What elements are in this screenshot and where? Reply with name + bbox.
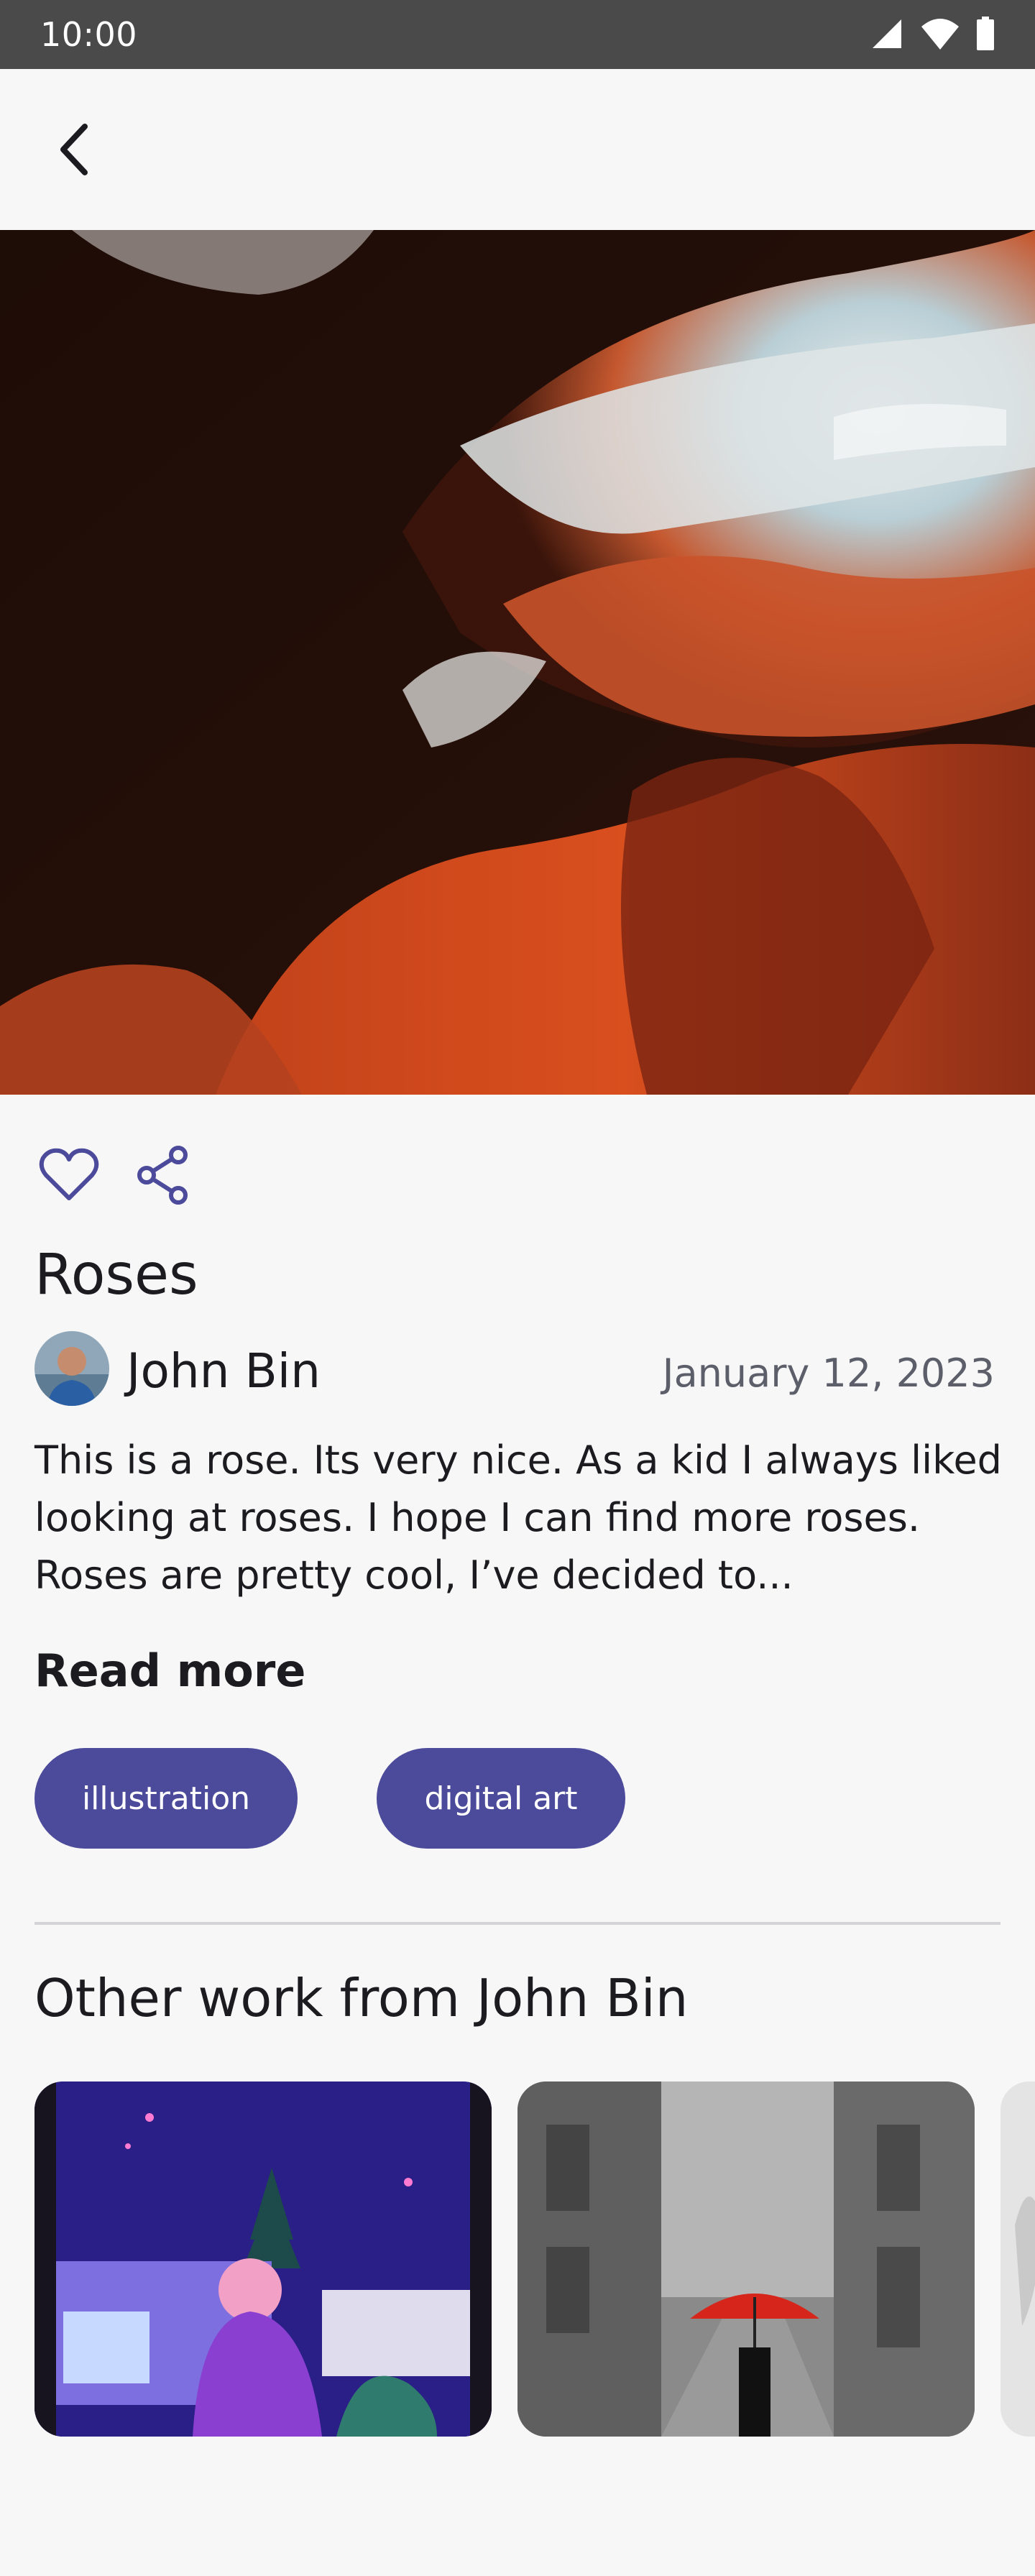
heart-outline-icon [39, 1148, 99, 1200]
artwork-description: This is a rose. Its very nice. As a kid … [34, 1438, 1002, 1598]
other-work-carousel[interactable] [0, 2082, 1035, 2437]
signal-icon [873, 19, 901, 48]
artwork-painting [0, 230, 1035, 1095]
wifi-icon [921, 19, 959, 50]
author-avatar[interactable] [34, 1331, 109, 1406]
read-more-button[interactable]: Read more [34, 1639, 305, 1703]
other-work-item[interactable] [518, 2082, 975, 2437]
top-app-bar [0, 69, 1035, 230]
share-button[interactable] [128, 1143, 197, 1208]
author-row: John Bin January 12, 2023 [34, 1330, 995, 1407]
artwork-title: Roses [34, 1243, 198, 1307]
status-icons [870, 16, 995, 52]
author-name[interactable]: John Bin [126, 1343, 321, 1400]
other-work-item[interactable] [1000, 2082, 1035, 2437]
section-divider [34, 1922, 1000, 1925]
post-date: January 12, 2023 [662, 1351, 995, 1396]
tag-chips: illustration digital art [34, 1748, 625, 1849]
tag-chip-illustration[interactable]: illustration [34, 1748, 298, 1849]
tag-chip-digital-art[interactable]: digital art [377, 1748, 625, 1849]
avatar-image [34, 1331, 109, 1406]
artwork-thumbnail [1000, 2082, 1035, 2437]
artwork-thumbnail [518, 2082, 975, 2437]
other-work-title: Other work from John Bin [34, 1968, 689, 2028]
other-work-item[interactable] [34, 2082, 492, 2437]
back-button[interactable] [34, 109, 115, 190]
action-row [34, 1143, 197, 1208]
artwork-image [0, 230, 1035, 1095]
status-time: 10:00 [40, 15, 138, 54]
status-bar: 10:00 [0, 0, 1035, 69]
artwork-thumbnail [34, 2082, 492, 2437]
chevron-left-icon [60, 124, 88, 175]
battery-icon [977, 17, 994, 50]
share-icon [137, 1146, 188, 1205]
like-button[interactable] [34, 1143, 104, 1208]
